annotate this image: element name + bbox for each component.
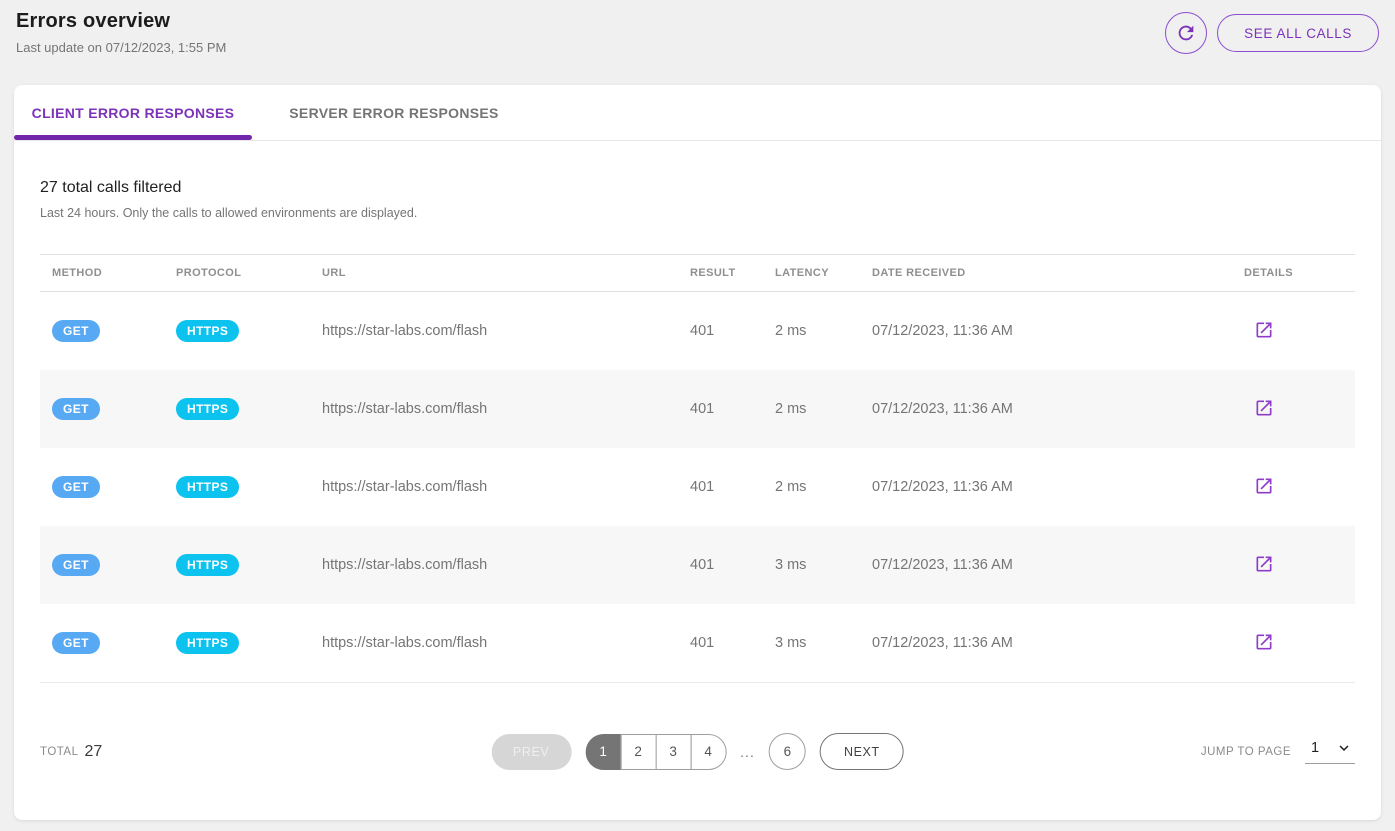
latency-cell: 2 ms — [763, 323, 860, 339]
chevron-down-icon — [1335, 739, 1353, 757]
latency-cell: 2 ms — [763, 401, 860, 417]
filtered-calls-description: Last 24 hours. Only the calls to allowed… — [40, 206, 1355, 220]
next-page-button[interactable]: NEXT — [820, 733, 904, 770]
date-received-cell: 07/12/2023, 11:36 AM — [860, 557, 1232, 573]
column-header-method: METHOD — [40, 267, 164, 279]
card-content: 27 total calls filtered Last 24 hours. O… — [14, 141, 1381, 820]
calls-table: METHOD PROTOCOL URL RESULT LATENCY DATE … — [40, 254, 1355, 682]
column-header-url: URL — [310, 267, 678, 279]
column-header-protocol: PROTOCOL — [164, 267, 310, 279]
latency-cell: 3 ms — [763, 635, 860, 651]
url-cell: https://star-labs.com/flash — [310, 401, 678, 417]
table-header-row: METHOD PROTOCOL URL RESULT LATENCY DATE … — [40, 254, 1355, 292]
column-header-date-received: DATE RECEIVED — [860, 267, 1232, 279]
date-received-cell: 07/12/2023, 11:36 AM — [860, 401, 1232, 417]
tab-client-label: CLIENT ERROR RESPONSES — [32, 105, 235, 121]
column-header-latency: LATENCY — [763, 267, 860, 279]
pagination-ellipsis: ... — [740, 744, 755, 760]
open-in-new-icon — [1254, 476, 1274, 496]
url-cell: https://star-labs.com/flash — [310, 557, 678, 573]
card-footer: TOTAL 27 PREV 1 2 3 4 ... 6 NEXT JUMP TO… — [40, 683, 1355, 820]
url-cell: https://star-labs.com/flash — [310, 323, 678, 339]
tab-server-label: SERVER ERROR RESPONSES — [289, 105, 498, 121]
open-details-button[interactable] — [1252, 396, 1276, 420]
errors-card: CLIENT ERROR RESPONSES SERVER ERROR RESP… — [14, 85, 1381, 820]
latency-cell: 3 ms — [763, 557, 860, 573]
open-in-new-icon — [1254, 320, 1274, 340]
last-update-text: Last update on 07/12/2023, 1:55 PM — [16, 40, 226, 55]
tab-bar: CLIENT ERROR RESPONSES SERVER ERROR RESP… — [14, 85, 1381, 141]
page-button-2[interactable]: 2 — [620, 734, 656, 770]
table-row: GET HTTPS https://star-labs.com/flash 40… — [40, 448, 1355, 526]
jump-to-page-select[interactable]: 1 — [1305, 739, 1355, 764]
page-button-1[interactable]: 1 — [585, 734, 621, 770]
result-cell: 401 — [678, 557, 763, 573]
method-badge: GET — [52, 476, 100, 498]
method-badge: GET — [52, 632, 100, 654]
page-number-group: 1 2 3 4 — [585, 734, 726, 770]
protocol-badge: HTTPS — [176, 632, 239, 654]
protocol-badge: HTTPS — [176, 320, 239, 342]
method-badge: GET — [52, 398, 100, 420]
active-tab-indicator — [14, 135, 252, 140]
page-title: Errors overview — [16, 10, 226, 33]
jump-to-page-label: JUMP TO PAGE — [1201, 746, 1291, 758]
filtered-calls-summary: 27 total calls filtered — [40, 179, 1355, 197]
open-details-button[interactable] — [1252, 630, 1276, 654]
page-button-4[interactable]: 4 — [690, 734, 726, 770]
header-actions: SEE ALL CALLS — [1165, 12, 1379, 54]
latency-cell: 2 ms — [763, 479, 860, 495]
open-in-new-icon — [1254, 554, 1274, 574]
open-details-button[interactable] — [1252, 552, 1276, 576]
date-received-cell: 07/12/2023, 11:36 AM — [860, 323, 1232, 339]
date-received-cell: 07/12/2023, 11:36 AM — [860, 635, 1232, 651]
tab-server-error-responses[interactable]: SERVER ERROR RESPONSES — [252, 85, 536, 140]
jump-to-page: JUMP TO PAGE 1 — [1201, 739, 1355, 764]
table-row: GET HTTPS https://star-labs.com/flash 40… — [40, 604, 1355, 682]
total-value: 27 — [85, 743, 103, 761]
open-in-new-icon — [1254, 632, 1274, 652]
url-cell: https://star-labs.com/flash — [310, 479, 678, 495]
date-received-cell: 07/12/2023, 11:36 AM — [860, 479, 1232, 495]
protocol-badge: HTTPS — [176, 476, 239, 498]
see-all-calls-button[interactable]: SEE ALL CALLS — [1217, 14, 1379, 52]
table-row: GET HTTPS https://star-labs.com/flash 40… — [40, 370, 1355, 448]
page-button-3[interactable]: 3 — [655, 734, 691, 770]
result-cell: 401 — [678, 401, 763, 417]
refresh-button[interactable] — [1165, 12, 1207, 54]
result-cell: 401 — [678, 479, 763, 495]
column-header-result: RESULT — [678, 267, 763, 279]
page-button-6[interactable]: 6 — [769, 733, 806, 770]
result-cell: 401 — [678, 323, 763, 339]
url-cell: https://star-labs.com/flash — [310, 635, 678, 651]
protocol-badge: HTTPS — [176, 398, 239, 420]
method-badge: GET — [52, 554, 100, 576]
column-header-details: DETAILS — [1232, 267, 1355, 279]
pagination: PREV 1 2 3 4 ... 6 NEXT — [491, 733, 904, 770]
method-badge: GET — [52, 320, 100, 342]
refresh-icon — [1175, 22, 1197, 44]
open-in-new-icon — [1254, 398, 1274, 418]
table-row: GET HTTPS https://star-labs.com/flash 40… — [40, 526, 1355, 604]
protocol-badge: HTTPS — [176, 554, 239, 576]
open-details-button[interactable] — [1252, 474, 1276, 498]
total-label: TOTAL — [40, 746, 79, 758]
tab-client-error-responses[interactable]: CLIENT ERROR RESPONSES — [14, 85, 252, 140]
total-count: TOTAL 27 — [40, 743, 102, 761]
jump-to-page-value: 1 — [1311, 740, 1319, 756]
header-text-block: Errors overview Last update on 07/12/202… — [16, 10, 226, 55]
table-row: GET HTTPS https://star-labs.com/flash 40… — [40, 292, 1355, 370]
open-details-button[interactable] — [1252, 318, 1276, 342]
page-header: Errors overview Last update on 07/12/202… — [0, 0, 1395, 85]
prev-page-button[interactable]: PREV — [491, 734, 571, 770]
result-cell: 401 — [678, 635, 763, 651]
